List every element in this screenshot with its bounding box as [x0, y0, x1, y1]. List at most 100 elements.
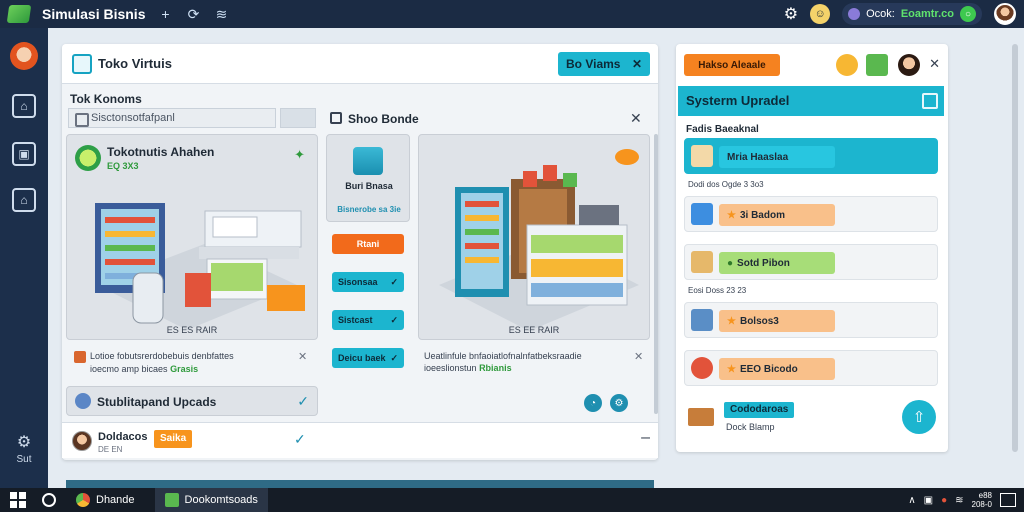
- refresh-icon[interactable]: ⟳: [185, 6, 201, 23]
- upgrade-item-5-label: ★ EEO Bicodo: [719, 358, 835, 380]
- store-card-1[interactable]: Tokotnutis Ahahen EQ 3X3 ✦ ES ES RAIR: [66, 134, 318, 340]
- wifi-icon[interactable]: ≋: [213, 6, 229, 23]
- expand-icon[interactable]: [922, 93, 938, 109]
- check-icon: ✓: [390, 352, 398, 363]
- chevron-up-icon[interactable]: ∧: [908, 495, 915, 506]
- user-pill[interactable]: Ocok: Eoamtr.co ○: [842, 3, 982, 25]
- upgrade-item-2-text: 3i Badom: [739, 209, 785, 221]
- notification-icon[interactable]: [1000, 493, 1016, 507]
- taskbar-item-2[interactable]: Dookomtsoads: [154, 488, 268, 512]
- scrollbar[interactable]: [654, 134, 658, 414]
- panel-action-button[interactable]: Bo Viams ✕: [558, 52, 650, 76]
- store-card-caption: ES EE RAIR: [508, 325, 560, 335]
- upgrade-item-1[interactable]: Mria Haaslaa: [684, 138, 938, 174]
- store-icon[interactable]: ⌂: [12, 188, 36, 212]
- taskbar-item-2-label: Dookomtsoads: [184, 494, 258, 506]
- avatar: [72, 431, 92, 451]
- upgrade-item-5[interactable]: ★ EEO Bicodo: [684, 350, 938, 386]
- gear-icon[interactable]: ⚙: [784, 4, 798, 24]
- action-button-1[interactable]: Rtani: [332, 234, 404, 254]
- action-button-4-label: Deicu baek: [338, 353, 386, 363]
- row-sub: DE EN: [98, 445, 123, 454]
- desc-line-1: Ueatlinfule bnfaoiatlofnalnfatbeksraadie: [424, 351, 582, 361]
- search-icon[interactable]: [42, 493, 56, 507]
- bottom-sub: Dock Blamp: [726, 422, 775, 432]
- wifi-icon[interactable]: ≋: [955, 495, 963, 506]
- store-illustration-2: [439, 149, 639, 331]
- user-dot-icon: [848, 8, 861, 20]
- upgrade-item-3-meta: Eosi Doss 23 23: [688, 286, 747, 295]
- taskbar-item-1[interactable]: Dhande: [66, 488, 145, 512]
- tile-sub: Bisnerobe sa 3ie: [337, 205, 401, 214]
- upgrade-item-2[interactable]: ★ 3i Badom: [684, 196, 938, 232]
- store-card-2[interactable]: ES EE RAIR: [418, 134, 650, 340]
- dollar-icon: ●: [727, 257, 734, 269]
- status-toggle-icon[interactable]: ○: [960, 6, 976, 22]
- start-icon[interactable]: [10, 492, 26, 508]
- search-button[interactable]: [280, 108, 316, 128]
- upgrade-item-3-label: ● Sotd Pibon: [719, 252, 835, 274]
- plus-icon[interactable]: +: [157, 6, 173, 22]
- close-icon[interactable]: ✕: [632, 57, 642, 71]
- minimize-icon[interactable]: –: [641, 429, 650, 447]
- rail-avatar[interactable]: [10, 42, 38, 70]
- home-icon[interactable]: ⌂: [12, 94, 36, 118]
- desc-line-2: ioeeslionstun: [424, 363, 477, 373]
- search-input[interactable]: Sisctonsotfafpanl: [68, 108, 276, 128]
- browser-icon: [76, 493, 90, 507]
- tile-label: Buri Bnasa: [345, 181, 393, 191]
- record-icon[interactable]: ●: [941, 495, 947, 506]
- action-button-3[interactable]: Sistcast ✓: [332, 310, 404, 330]
- right-bottom-item: Cododaroas Dock Blamp ⇧: [686, 398, 938, 442]
- avatar[interactable]: [994, 3, 1016, 25]
- check-icon: ✓: [390, 314, 398, 325]
- app-title: Simulasi Bisnis: [42, 6, 146, 22]
- check-icon[interactable]: ✓: [294, 431, 306, 448]
- star-icon: ★: [727, 363, 736, 375]
- check-icon[interactable]: ✓: [297, 393, 309, 410]
- settings-icon[interactable]: ⚙: [610, 394, 628, 412]
- system-tray: ∧ ▣ ● ≋ e88 208-0: [908, 491, 1016, 509]
- mascot-icon[interactable]: [836, 54, 858, 76]
- dismiss-icon[interactable]: ✕: [634, 350, 643, 363]
- bottom-pill[interactable]: Cododaroas: [724, 402, 795, 418]
- upgrade-row[interactable]: Stublitapand Upcads ✓: [66, 386, 318, 416]
- scrollbar[interactable]: [1012, 44, 1018, 452]
- left-rail: ⌂ ▣ ⌂ ⚙ Sut: [0, 28, 48, 488]
- shop-icon[interactable]: [866, 54, 888, 76]
- bucket-icon: [353, 147, 383, 175]
- mascot-icon[interactable]: ☺: [810, 4, 831, 24]
- alert-icon: [691, 357, 713, 379]
- chart-icon[interactable]: ◔: [584, 394, 602, 412]
- taskbar-item-1-label: Dhande: [96, 494, 135, 506]
- right-action-button[interactable]: Hakso Aleaale: [684, 54, 780, 76]
- business-tile[interactable]: Buri Bnasa Bisnerobe sa 3ie: [326, 134, 410, 222]
- system-upgrade-panel: Hakso Aleaale ✕ Systerm Upradel Fadis Ba…: [676, 44, 948, 452]
- app-icon: [164, 493, 179, 507]
- system-upgrade-banner: Systerm Upradel: [678, 86, 944, 116]
- row-tag[interactable]: Saika: [154, 430, 193, 448]
- photo-icon[interactable]: ▣: [924, 495, 933, 506]
- row-name: Doldacos: [98, 431, 148, 443]
- upgrade-item-3[interactable]: ● Sotd Pibon: [684, 244, 938, 280]
- upgrade-item-5-text: EEO Bicodo: [739, 363, 798, 375]
- dismiss-icon[interactable]: ✕: [298, 350, 307, 363]
- clock[interactable]: e88 208-0: [972, 491, 992, 509]
- action-button-2-label: Sisonsaa: [338, 277, 378, 287]
- inbox-icon[interactable]: ▣: [12, 142, 36, 166]
- upload-button[interactable]: ⇧: [902, 400, 936, 434]
- panel-header: Toko Virtuis Bo Viams ✕: [62, 44, 658, 84]
- plane-icon: [691, 203, 713, 225]
- settings-shortcut[interactable]: ⚙ Sut: [8, 432, 40, 465]
- close-icon[interactable]: ✕: [929, 56, 940, 72]
- close-icon[interactable]: ✕: [630, 110, 642, 127]
- clock-date: 208-0: [971, 500, 992, 509]
- star-icon: ★: [727, 315, 736, 327]
- action-button-4[interactable]: Deicu baek ✓: [332, 348, 404, 368]
- upgrade-item-4[interactable]: ★ Bolsos3: [684, 302, 938, 338]
- avatar[interactable]: [898, 54, 920, 76]
- action-button-2[interactable]: Sisonsaa ✓: [332, 272, 404, 292]
- bottom-row: Doldacos DE EN Saika ✓ –: [62, 422, 658, 458]
- info-icon: [74, 350, 86, 363]
- shelf-icon: [691, 309, 713, 331]
